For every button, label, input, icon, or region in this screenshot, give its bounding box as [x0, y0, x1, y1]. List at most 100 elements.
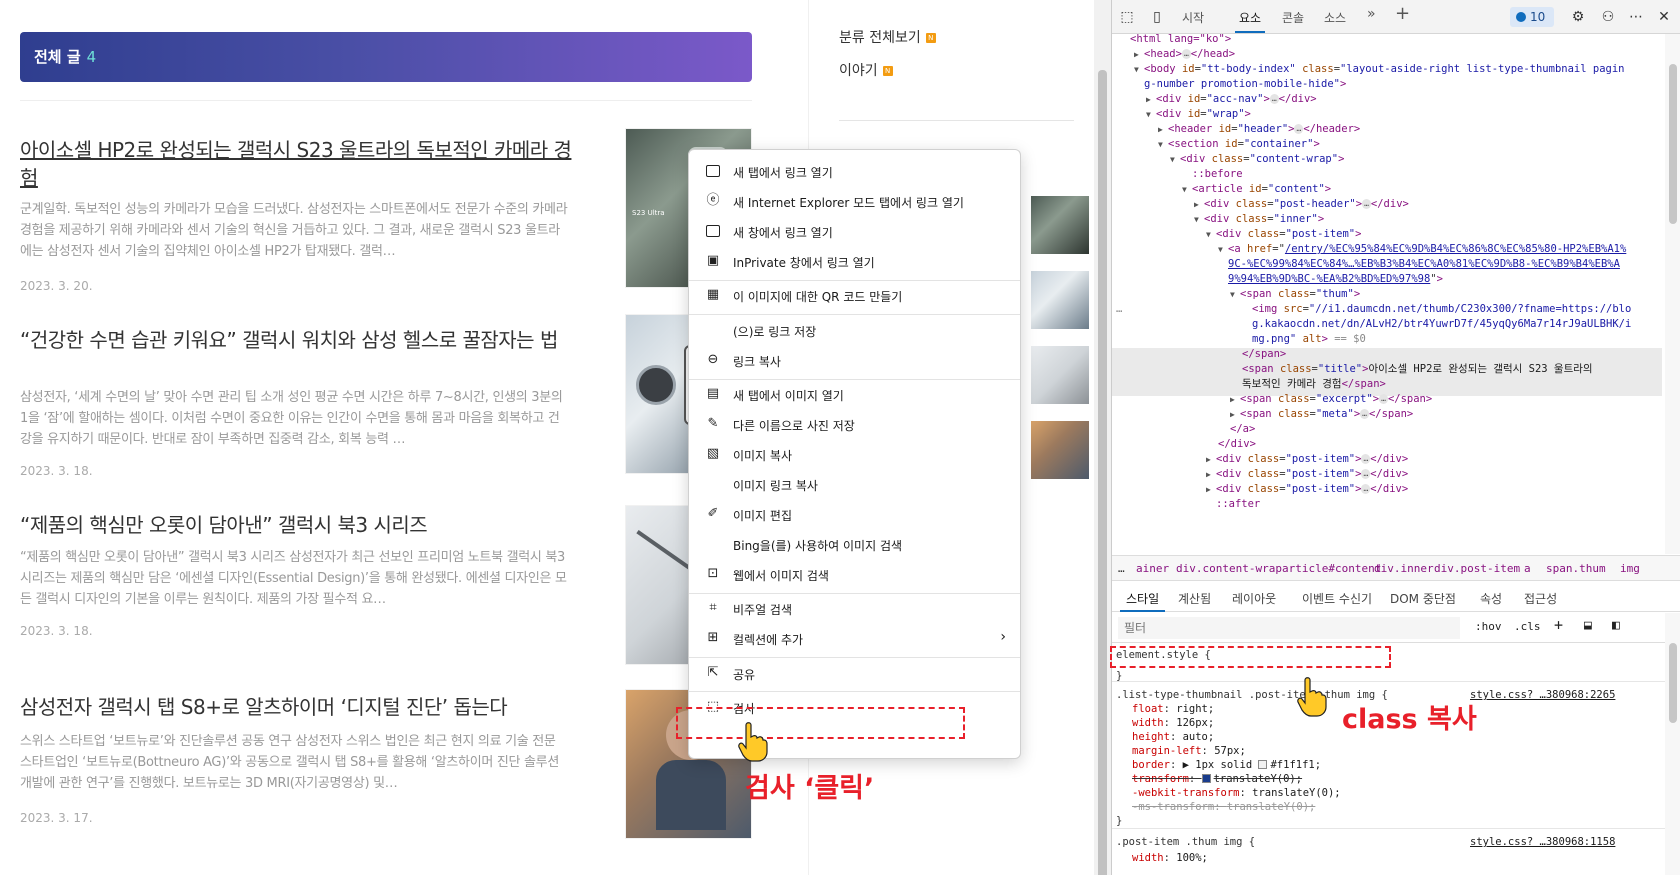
menu-item-open-link-inprivate[interactable]: ▣ InPrivate 창에서 링크 열기: [693, 246, 1018, 276]
sidebar-thumbnail[interactable]: [1031, 421, 1089, 479]
post-title-link[interactable]: “건강한 수면 습관 키워요” 갤럭시 워치와 삼성 헬스로 꿀잠자는 법: [20, 326, 580, 354]
post-title-link[interactable]: 삼성전자 갤럭시 탭 S8+로 알츠하이머 ‘디지털 진단’ 돕는다: [20, 693, 580, 721]
post-title-link[interactable]: 아이소셀 HP2로 완성되는 갤럭시 S23 울트라의 독보적인 카메라 경험: [20, 136, 580, 192]
post-title-link[interactable]: “제품의 핵심만 오롯이 담아낸” 갤럭시 북3 시리즈: [20, 511, 580, 539]
dom-node-post-item[interactable]: ▶ <div class="post-item">… </div>: [1206, 452, 1408, 467]
menu-item-qr-code[interactable]: ▦ 이 이미지에 대한 QR 코드 만들기: [693, 280, 1018, 310]
customize-icon[interactable]: ⚇: [1599, 8, 1617, 26]
dom-node-meta[interactable]: ▶ <span class="meta">… </span>: [1230, 407, 1413, 422]
css-property[interactable]: width: 100%;: [1132, 851, 1208, 865]
sidebar-thumbnail[interactable]: [1031, 271, 1089, 329]
breadcrumb-item[interactable]: span.thum: [1546, 562, 1606, 575]
dom-node-anchor-close[interactable]: </a>: [1230, 422, 1255, 437]
hov-button[interactable]: :hov: [1475, 620, 1502, 633]
dom-node-article[interactable]: ▼ <article id="content">: [1182, 182, 1331, 197]
css-property-overridden[interactable]: transform: translateY(0);: [1132, 772, 1302, 786]
page-scrollbar[interactable]: [1094, 0, 1111, 875]
tab-welcome[interactable]: 시작: [1182, 9, 1204, 26]
breadcrumb-item[interactable]: div.content-wrap: [1176, 562, 1282, 575]
css-property[interactable]: height: auto;: [1132, 730, 1214, 744]
tab-layout[interactable]: 레이아웃: [1232, 590, 1276, 607]
menu-item-save-image-as[interactable]: ✎ 다른 이름으로 사진 저장: [693, 409, 1018, 439]
tab-event-listeners[interactable]: 이벤트 수신기: [1302, 590, 1372, 607]
dom-node-img[interactable]: <img src="//i1.daumcdn.net/thumb/C230x30…: [1252, 302, 1631, 317]
rule-source-link[interactable]: style.css? …380968:1158: [1470, 835, 1615, 849]
css-property[interactable]: float: right;: [1132, 702, 1214, 716]
paint-icon[interactable]: ⬓: [1584, 618, 1592, 633]
tab-accessibility[interactable]: 접근성: [1524, 590, 1557, 607]
menu-item-add-to-collections[interactable]: ⊞ 컬렉션에 추가 ›: [693, 623, 1018, 653]
styles-scrollbar[interactable]: [1665, 613, 1680, 875]
menu-item-copy-link[interactable]: ⊖ 링크 복사: [693, 345, 1018, 375]
dom-node-post-item[interactable]: ▶ <div class="post-item">… </div>: [1206, 467, 1408, 482]
breadcrumb-overflow[interactable]: …: [1118, 562, 1125, 575]
gear-icon[interactable]: ⚙: [1569, 8, 1587, 26]
dom-scrollbar[interactable]: [1665, 34, 1680, 554]
category-all-link[interactable]: 분류 전체보기 N: [839, 27, 936, 47]
post-item[interactable]: 아이소셀 HP2로 완성되는 갤럭시 S23 울트라의 독보적인 카메라 경험 …: [20, 128, 752, 306]
scrollbar-thumb[interactable]: [1098, 70, 1107, 875]
css-property[interactable]: -webkit-transform: translateY(0);: [1132, 786, 1341, 800]
menu-item-web-image-search[interactable]: ⊡ 웹에서 이미지 검색: [693, 559, 1018, 589]
more-tabs-icon[interactable]: »: [1367, 6, 1376, 22]
tab-properties[interactable]: 속성: [1480, 590, 1502, 607]
tab-computed[interactable]: 계산됨: [1178, 590, 1211, 607]
tab-dom-breakpoints[interactable]: DOM 중단점: [1390, 590, 1456, 607]
css-property[interactable]: border: ▶ 1px solid #f1f1f1;: [1132, 758, 1321, 772]
toggle-sidebar-icon[interactable]: ◧: [1612, 618, 1620, 633]
inspect-element-icon[interactable]: ⬚: [1118, 8, 1136, 26]
dom-node-wrap[interactable]: ▼ <div id="wrap">: [1146, 107, 1251, 122]
css-property[interactable]: margin-left: 57px;: [1132, 744, 1246, 758]
sidebar-thumbnail[interactable]: [1031, 346, 1089, 404]
dom-node-post-header[interactable]: ▶ <div class="post-header">… </div>: [1194, 197, 1409, 212]
dom-node-inner[interactable]: ▼ <div class="inner">: [1194, 212, 1324, 227]
dom-node-before[interactable]: ::before: [1192, 167, 1243, 182]
dom-node-content-wrap[interactable]: ▼ <div class="content-wrap">: [1170, 152, 1344, 167]
dom-node-header[interactable]: ▶ <header id="header">… </header>: [1158, 122, 1360, 137]
breadcrumb-item[interactable]: a: [1524, 562, 1531, 575]
dom-node-acc-nav[interactable]: ▶ <div id="acc-nav">… </div>: [1146, 92, 1317, 107]
menu-item-copy-image[interactable]: ▧ 이미지 복사: [693, 439, 1018, 469]
breadcrumb-item[interactable]: ainer: [1136, 562, 1169, 575]
css-property-overridden[interactable]: -ms-transform: translateY(0);: [1132, 800, 1315, 814]
add-rule-icon[interactable]: +: [1554, 616, 1563, 634]
dom-node-menu-dots[interactable]: …: [1116, 302, 1122, 317]
scrollbar-thumb[interactable]: [1669, 64, 1677, 224]
menu-item-save-link-as[interactable]: (으)로 링크 저장: [693, 315, 1018, 345]
cls-button[interactable]: .cls: [1514, 620, 1541, 633]
add-tab-icon[interactable]: +: [1395, 3, 1410, 24]
dom-node-div-close[interactable]: </div>: [1218, 437, 1256, 452]
dom-node-body[interactable]: ▼ <body id="tt-body-index" class="layout-…: [1134, 62, 1625, 77]
scrollbar-thumb[interactable]: [1669, 643, 1677, 723]
menu-item-edit-image[interactable]: ✐ 이미지 편집: [693, 499, 1018, 529]
menu-item-visual-search[interactable]: ⌗ 비주얼 검색: [693, 593, 1018, 623]
dom-node-post-item[interactable]: ▼ <div class="post-item">: [1206, 227, 1361, 242]
rule-selector[interactable]: .post-item .thum img {: [1116, 835, 1255, 849]
tab-elements[interactable]: 요소: [1234, 9, 1266, 33]
post-item[interactable]: “건강한 수면 습관 키워요” 갤럭시 워치와 삼성 헬스로 꿀잠자는 법 삼성…: [20, 314, 752, 496]
menu-item-share[interactable]: ⇱ 공유: [693, 658, 1018, 688]
device-toolbar-icon[interactable]: ▯: [1148, 8, 1166, 26]
rule-source-link[interactable]: style.css? …380968:2265: [1470, 688, 1615, 702]
post-item[interactable]: “제품의 핵심만 오롯이 담아낸” 갤럭시 북3 시리즈 “제품의 핵심만 오롯…: [20, 505, 752, 681]
breadcrumb-item[interactable]: div.post-item: [1434, 562, 1520, 575]
dom-node-anchor[interactable]: ▼ <a href="/entry/%EC%95%84%EC%9D%B4%EC%8…: [1218, 242, 1626, 257]
dom-node-title[interactable]: <span class="title">아이소셀 HP2로 완성되는 갤럭시 S…: [1242, 362, 1593, 377]
dom-node-container[interactable]: ▼ <section id="container">: [1158, 137, 1320, 152]
menu-item-open-link-ie-mode[interactable]: ⓔ 새 Internet Explorer 모드 탭에서 링크 열기: [693, 186, 1018, 216]
color-swatch[interactable]: [1258, 760, 1268, 769]
dom-node-html[interactable]: <html lang="ko">: [1130, 34, 1231, 47]
sidebar-thumbnail[interactable]: [1031, 196, 1089, 254]
dom-node-after[interactable]: ::after: [1216, 497, 1260, 512]
more-options-icon[interactable]: ⋯: [1627, 8, 1645, 26]
tab-styles[interactable]: 스타일: [1119, 590, 1166, 612]
tab-sources[interactable]: 소스: [1324, 9, 1346, 26]
dom-node-excerpt[interactable]: ▶ <span class="excerpt">… </span>: [1230, 392, 1432, 407]
post-item[interactable]: 삼성전자 갤럭시 탭 S8+로 알츠하이머 ‘디지털 진단’ 돕는다 스위스 스…: [20, 689, 752, 863]
close-icon[interactable]: ✕: [1655, 8, 1673, 26]
dom-node-span-close[interactable]: </span>: [1242, 347, 1286, 362]
menu-item-open-link-new-window[interactable]: 새 창에서 링크 열기: [693, 216, 1018, 246]
issues-badge[interactable]: 10: [1510, 7, 1554, 27]
dom-node-head[interactable]: ▶ <head>… </head>: [1134, 47, 1235, 62]
menu-item-bing-image-search[interactable]: Bing을(를) 사용하여 이미지 검색: [693, 529, 1018, 559]
